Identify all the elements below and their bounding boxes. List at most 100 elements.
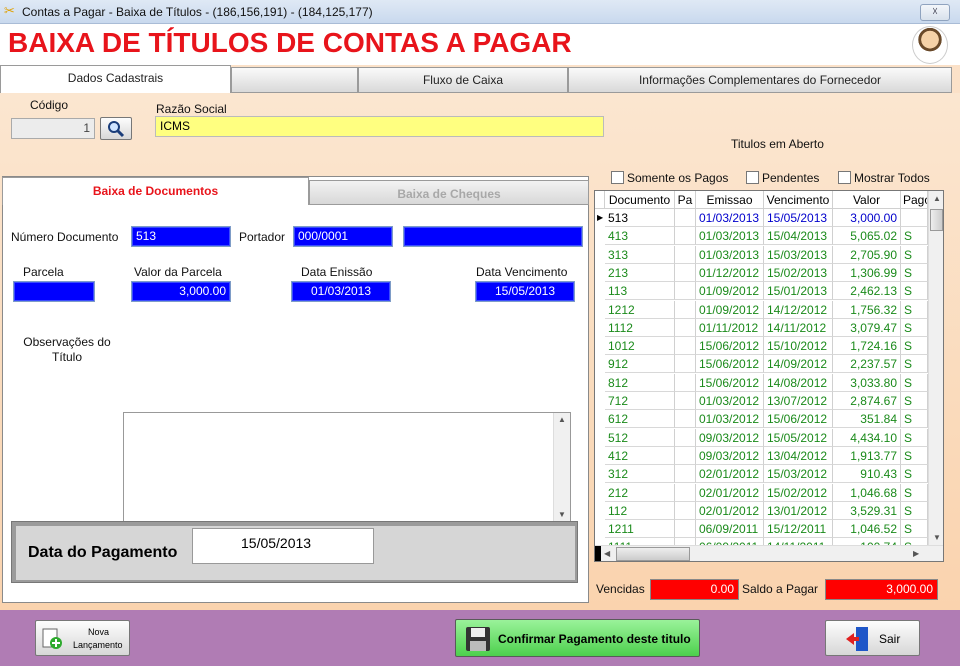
scroll-down-icon[interactable]: ▼	[933, 533, 941, 542]
observacoes-textarea[interactable]: ▲ ▼	[123, 412, 571, 522]
close-button[interactable]: ☓	[920, 4, 950, 21]
table-row[interactable]: 612 01/03/2012 15/06/2012 351.84 S	[595, 410, 928, 429]
filter-checkbox-todos[interactable]	[838, 171, 851, 184]
table-cell: 01/11/2012	[696, 318, 764, 337]
grid-header[interactable]: Pa	[675, 191, 696, 209]
codigo-field[interactable]: 1	[11, 118, 95, 139]
valor-parcela-field[interactable]: 3,000.00	[131, 281, 231, 302]
table-cell	[675, 337, 696, 356]
current-row-indicator-icon: ▶	[597, 213, 604, 222]
table-cell: 1112	[605, 318, 675, 337]
scroll-up-icon[interactable]: ▲	[558, 415, 566, 424]
table-cell	[675, 245, 696, 264]
table-row[interactable]: 413 01/03/2013 15/04/2013 5,065.02 S	[595, 227, 928, 246]
portador-field[interactable]: 000/0001	[293, 226, 393, 247]
data-pagamento-box: Data do Pagamento 15/05/2013	[11, 521, 578, 583]
table-cell: 01/03/2012	[696, 410, 764, 429]
data-pagamento-inner: Data do Pagamento 15/05/2013	[16, 526, 575, 580]
grid-frozen-marker	[595, 546, 601, 561]
tab-dados-cadastrais[interactable]: Dados Cadastrais	[0, 65, 231, 93]
table-cell: 313	[605, 245, 675, 264]
grid-vertical-scrollbar[interactable]: ▲ ▼	[928, 191, 943, 545]
table-cell: 3,529.31	[833, 501, 901, 520]
table-row[interactable]: 113 01/09/2012 15/01/2013 2,462.13 S	[595, 282, 928, 301]
table-cell: 1012	[605, 337, 675, 356]
table-cell: 15/02/2013	[764, 263, 833, 282]
table-cell: 15/02/2012	[764, 483, 833, 502]
razao-social-field[interactable]: ICMS	[155, 116, 604, 137]
data-vencimento-field[interactable]: 15/05/2013	[475, 281, 575, 302]
table-cell: 14/08/2012	[764, 373, 833, 392]
search-button[interactable]	[100, 117, 132, 140]
table-cell: 15/01/2013	[764, 282, 833, 301]
table-cell: 06/09/2011	[696, 538, 764, 545]
table-row[interactable]: 512 09/03/2012 15/05/2012 4,434.10 S	[595, 428, 928, 447]
scroll-down-icon[interactable]: ▼	[558, 510, 566, 519]
table-cell: 01/03/2013	[696, 209, 764, 227]
confirmar-pagamento-button[interactable]: Confirmar Pagamento deste titulo	[455, 619, 700, 657]
sair-button[interactable]: Sair	[825, 620, 920, 656]
codigo-label: Código	[30, 98, 69, 112]
table-cell: 13/01/2012	[764, 501, 833, 520]
table-cell: 2,237.57	[833, 355, 901, 374]
numero-documento-field[interactable]: 513	[131, 226, 231, 247]
tab-info-fornecedor[interactable]: Informações Complementares do Fornecedor	[568, 67, 952, 93]
table-row[interactable]: 112 02/01/2012 13/01/2012 3,529.31 S	[595, 501, 928, 520]
tab-baixa-documentos[interactable]: Baixa de Documentos	[2, 177, 309, 205]
table-row[interactable]: 812 15/06/2012 14/08/2012 3,033.80 S	[595, 373, 928, 392]
filter-checkbox-pendentes[interactable]	[746, 171, 759, 184]
grid-header[interactable]: Documento	[605, 191, 675, 209]
grid-header[interactable]: Vencimento	[764, 191, 833, 209]
parcela-label: Parcela	[23, 265, 64, 279]
grid-horizontal-scrollbar[interactable]: ◀ ▶	[595, 545, 943, 561]
table-row[interactable]: 513 01/03/2013 15/05/2013 3,000.00	[595, 209, 928, 227]
table-cell: 15/03/2012	[764, 465, 833, 484]
table-cell: 01/12/2012	[696, 263, 764, 282]
table-row[interactable]: 313 01/03/2013 15/03/2013 2,705.90 S	[595, 245, 928, 264]
scroll-right-icon[interactable]: ▶	[913, 549, 919, 558]
table-row[interactable]: 1012 15/06/2012 15/10/2012 1,724.16 S	[595, 337, 928, 356]
hscroll-thumb[interactable]	[616, 547, 690, 561]
observacoes-scrollbar[interactable]: ▲ ▼	[553, 413, 570, 521]
table-cell: 01/09/2012	[696, 300, 764, 319]
portador-descricao-field[interactable]	[403, 226, 583, 247]
data-vencimento-label: Data Vencimento	[476, 265, 568, 279]
filter-checkbox-pagos[interactable]	[611, 171, 624, 184]
table-row[interactable]: 212 02/01/2012 15/02/2012 1,046.68 S	[595, 483, 928, 502]
table-cell	[675, 483, 696, 502]
table-row[interactable]: 712 01/03/2012 13/07/2012 2,874.67 S	[595, 392, 928, 410]
data-pagamento-field[interactable]: 15/05/2013	[192, 528, 374, 564]
grid-header[interactable]: Pago	[901, 191, 928, 209]
tab-fluxo-de-caixa[interactable]: Fluxo de Caixa	[358, 67, 568, 93]
tab-baixa-cheques[interactable]: Baixa de Cheques	[309, 180, 589, 205]
table-cell	[675, 501, 696, 520]
table-row[interactable]: 1211 06/09/2011 15/12/2011 1,046.52 S	[595, 520, 928, 539]
table-cell: 06/09/2011	[696, 520, 764, 539]
novo-lancamento-button[interactable]: Nova Lançamento	[35, 620, 130, 656]
filter-label-pagos: Somente os Pagos	[627, 171, 729, 185]
tab-blank[interactable]	[231, 67, 358, 93]
table-row[interactable]: 912 15/06/2012 14/09/2012 2,237.57 S	[595, 355, 928, 374]
grid-header[interactable]: Valor	[833, 191, 901, 209]
table-row[interactable]: 412 09/03/2012 13/04/2012 1,913.77 S	[595, 446, 928, 465]
table-row[interactable]: 312 02/01/2012 15/03/2012 910.43 S	[595, 465, 928, 484]
valor-parcela-label: Valor da Parcela	[134, 265, 222, 279]
parcela-field[interactable]	[13, 281, 95, 302]
scroll-thumb[interactable]	[930, 209, 943, 231]
table-cell: S	[901, 520, 928, 539]
magnifier-icon	[108, 121, 125, 138]
data-emissao-label: Data Enissão	[301, 265, 373, 279]
scroll-left-icon[interactable]: ◀	[604, 549, 610, 558]
table-row[interactable]: 1111 06/09/201114/11/2011100.74S	[595, 538, 928, 545]
table-row[interactable]: 1212 01/09/2012 14/12/2012 1,756.32 S	[595, 300, 928, 319]
table-cell: 14/12/2012	[764, 300, 833, 319]
table-cell: 02/01/2012	[696, 483, 764, 502]
scroll-up-icon[interactable]: ▲	[933, 194, 941, 203]
table-cell: 09/03/2012	[696, 428, 764, 447]
table-cell: S	[901, 483, 928, 502]
data-emissao-field[interactable]: 01/03/2013	[291, 281, 391, 302]
table-row[interactable]: 213 01/12/2012 15/02/2013 1,306.99 S	[595, 263, 928, 282]
grid-header[interactable]: Emissao	[696, 191, 764, 209]
table-cell: 912	[605, 355, 675, 374]
table-row[interactable]: 1112 01/11/2012 14/11/2012 3,079.47 S	[595, 318, 928, 337]
